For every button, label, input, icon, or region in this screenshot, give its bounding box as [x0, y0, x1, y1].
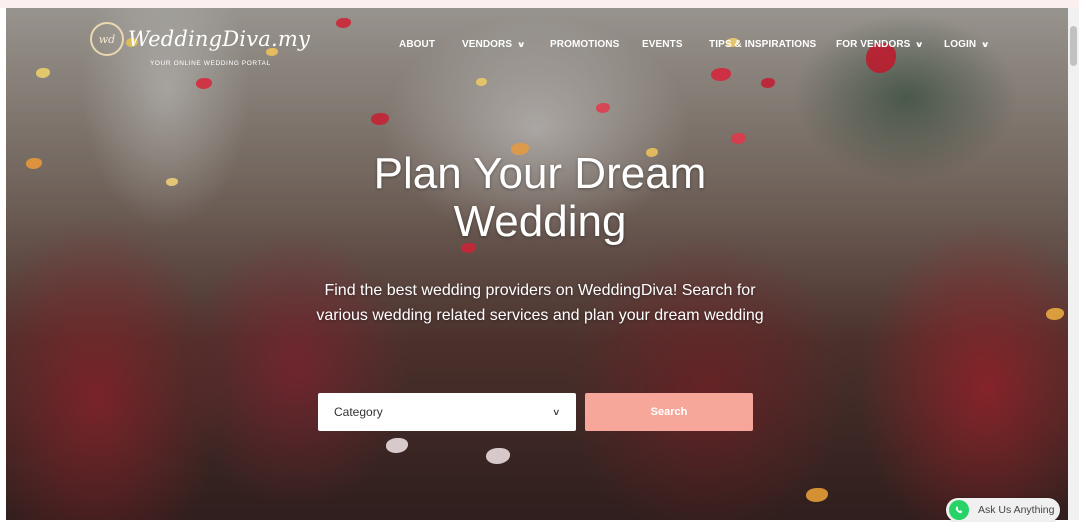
- logo-text: WeddingDiva.my: [128, 27, 311, 51]
- site-logo[interactable]: wd WeddingDiva.my: [90, 22, 310, 56]
- hero-subtitle: Find the best wedding providers on Weddi…: [250, 278, 830, 328]
- nav-label: EVENTS: [642, 38, 683, 50]
- chevron-down-icon: ∨: [552, 406, 561, 417]
- search-button[interactable]: Search: [585, 393, 753, 431]
- nav-label: PROMOTIONS: [550, 38, 620, 50]
- nav-label: VENDORS: [462, 38, 513, 50]
- nav-label: LOGIN: [944, 38, 977, 50]
- chevron-down-icon: ∨: [980, 39, 991, 49]
- headline-line: Plan Your Dream: [373, 149, 707, 198]
- headline-line: Wedding: [453, 197, 627, 246]
- chevron-down-icon: ∨: [915, 39, 925, 49]
- logo-tagline: YOUR ONLINE WEDDING PORTAL: [150, 60, 271, 67]
- category-select-value: Category: [334, 405, 383, 419]
- nav-about[interactable]: ABOUT: [399, 37, 435, 51]
- whatsapp-icon: [949, 500, 969, 520]
- hero-headline: Plan Your Dream Wedding: [290, 150, 790, 246]
- nav-label: ABOUT: [399, 38, 436, 50]
- top-border: [0, 0, 1079, 8]
- whatsapp-chat-button[interactable]: Ask Us Anything: [946, 498, 1060, 522]
- chevron-down-icon: ∨: [516, 39, 527, 49]
- scrollbar-thumb[interactable]: [1070, 26, 1077, 66]
- logo-emblem: wd: [90, 22, 124, 56]
- nav-tips-inspirations[interactable]: TIPS & INSPIRATIONS: [709, 37, 816, 51]
- nav-for-vendors[interactable]: FOR VENDORS ∨: [836, 37, 925, 51]
- nav-promotions[interactable]: PROMOTIONS: [550, 37, 619, 51]
- nav-label: FOR VENDORS: [836, 38, 911, 50]
- subtitle-line: various wedding related services and pla…: [316, 307, 764, 324]
- nav-login[interactable]: LOGIN ∨: [944, 37, 991, 51]
- nav-label: TIPS & INSPIRATIONS: [709, 38, 817, 50]
- hero-background-photo: [6, 8, 1068, 520]
- hero-overlay: [6, 8, 1068, 520]
- page-scrollbar[interactable]: [1068, 8, 1079, 520]
- whatsapp-label: Ask Us Anything: [978, 504, 1055, 516]
- nav-events[interactable]: EVENTS: [642, 37, 683, 51]
- category-select[interactable]: Category ∨: [318, 393, 576, 431]
- subtitle-line: Find the best wedding providers on Weddi…: [324, 282, 756, 299]
- search-button-label: Search: [650, 406, 688, 418]
- nav-vendors[interactable]: VENDORS ∨: [462, 37, 527, 51]
